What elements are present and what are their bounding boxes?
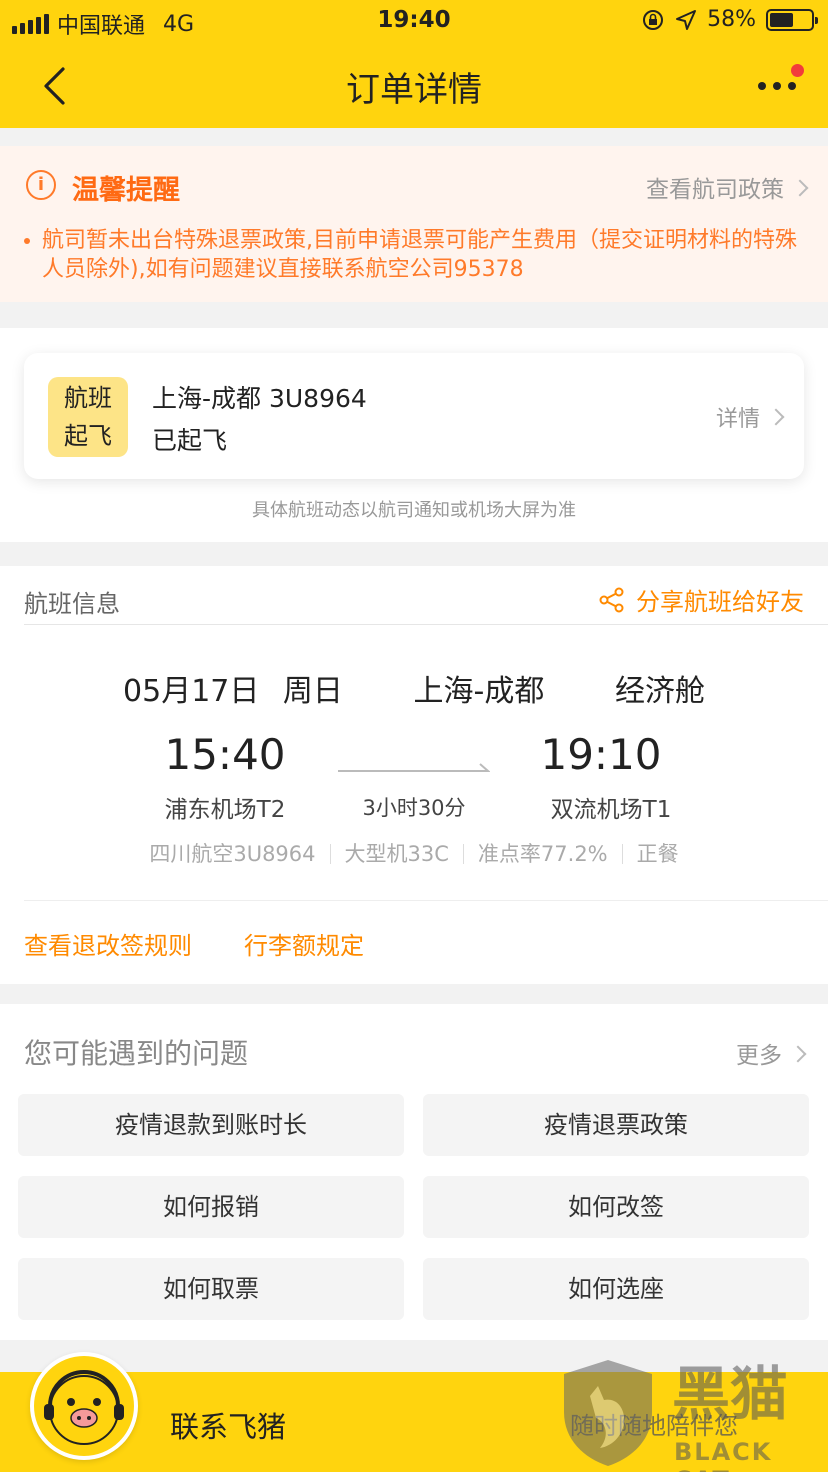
share-flight-label: 分享航班给好友 — [636, 588, 804, 616]
fliggy-mascot-icon — [44, 1370, 124, 1445]
departure-time: 15:40 — [164, 730, 286, 779]
airline-flight-no: 四川航空3U8964 — [149, 842, 316, 866]
status-bar: 中国联通 4G 19:40 58% — [0, 0, 828, 44]
chevron-right-icon — [791, 179, 809, 197]
notice-banner: i 温馨提醒 查看航司政策 航司暂未出台特殊退票政策,目前申请退票可能产生费用（… — [0, 146, 828, 302]
refund-rules-link[interactable]: 查看退改签规则 — [24, 926, 192, 961]
info-icon: i — [26, 170, 56, 200]
flight-route: 上海-成都 — [413, 674, 545, 709]
faq-section: 您可能遇到的问题 更多 疫情退款到账时长 疫情退票政策 如何报销 如何改签 如何… — [0, 1004, 828, 1340]
separator — [621, 844, 623, 864]
status-detail-label: 详情 — [715, 407, 760, 432]
black-cat-shield-icon — [564, 1360, 652, 1466]
separator — [329, 844, 331, 864]
meal-info: 正餐 — [636, 842, 679, 866]
notice-body: 航司暂未出台特殊退票政策,目前申请退票可能产生费用（提交证明材料的特殊人员除外)… — [42, 228, 797, 282]
watermark-en: BLACK CAT — [674, 1438, 773, 1472]
departure-airport: 浦东机场T2 — [164, 797, 286, 823]
rotation-lock-icon — [643, 9, 664, 30]
status-badge: 航班 起飞 — [48, 377, 128, 457]
share-flight-button[interactable]: 分享航班给好友 — [598, 582, 804, 617]
flight-info-section: 航班信息 分享航班给好友 05月17日 周日 上海-成都 经济舱 15:40 1… — [0, 566, 828, 984]
status-state: 已起飞 — [152, 426, 228, 455]
contact-fliggy-label[interactable]: 联系飞猪 — [170, 1404, 286, 1446]
chevron-right-icon — [789, 1045, 807, 1063]
faq-item[interactable]: 如何取票 — [18, 1258, 404, 1320]
separator — [462, 844, 464, 864]
flight-headline: 05月17日 周日 上海-成都 经济舱 — [0, 666, 828, 710]
faq-item[interactable]: 如何改签 — [423, 1176, 809, 1238]
faq-title: 您可能遇到的问题 — [24, 1037, 249, 1070]
arrival-time: 19:10 — [540, 730, 662, 779]
airline-policy-label: 查看航司政策 — [646, 177, 784, 203]
faq-item[interactable]: 如何选座 — [423, 1258, 809, 1320]
notice-title: 温馨提醒 — [72, 175, 180, 206]
nav-bar: 订单详情 — [0, 44, 828, 128]
status-route: 上海-成都 3U8964 — [152, 384, 367, 413]
more-dots-icon — [758, 82, 796, 90]
flight-cabin: 经济舱 — [614, 674, 705, 709]
share-icon — [599, 587, 624, 612]
location-arrow-icon — [676, 9, 697, 30]
mascot-avatar — [30, 1352, 138, 1460]
divider — [24, 900, 828, 901]
flight-weekday: 周日 — [282, 674, 343, 709]
flight-meta: 四川航空3U8964 大型机33C 准点率77.2% 正餐 — [0, 838, 828, 868]
arrival-airport: 双流机场T1 — [550, 797, 672, 823]
airline-policy-link[interactable]: 查看航司政策 — [646, 170, 809, 204]
page-title: 订单详情 — [346, 70, 482, 110]
divider — [24, 624, 828, 625]
notification-red-dot — [791, 64, 804, 77]
flight-duration: 3小时30分 — [362, 796, 466, 820]
bullet-dot — [24, 238, 30, 244]
flight-status-card[interactable]: 航班 起飞 上海-成都 3U8964 已起飞 详情 — [24, 353, 804, 479]
battery-percent: 58% — [707, 7, 756, 32]
more-button[interactable] — [752, 64, 804, 108]
flight-status-section: 航班 起飞 上海-成都 3U8964 已起飞 详情 具体航班动态以航司通知或机场… — [0, 328, 828, 542]
status-detail-link[interactable]: 详情 — [715, 401, 785, 433]
faq-item[interactable]: 疫情退款到账时长 — [18, 1094, 404, 1156]
aircraft-type: 大型机33C — [344, 842, 449, 866]
badge-line1: 航班 — [64, 384, 112, 412]
top-bar: 中国联通 4G 19:40 58% 订单详情 — [0, 0, 828, 128]
on-time-rate: 准点率77.2% — [477, 842, 608, 866]
battery-icon — [766, 8, 818, 31]
flight-date: 05月17日 — [123, 674, 260, 709]
flight-info-title: 航班信息 — [24, 590, 120, 618]
status-note: 具体航班动态以航司通知或机场大屏为准 — [252, 500, 576, 521]
faq-more-label: 更多 — [736, 1043, 782, 1069]
faq-item[interactable]: 如何报销 — [18, 1176, 404, 1238]
faq-item[interactable]: 疫情退票政策 — [423, 1094, 809, 1156]
badge-line2: 起飞 — [64, 422, 112, 450]
chevron-right-icon — [767, 408, 785, 426]
faq-more-link[interactable]: 更多 — [736, 1036, 807, 1070]
baggage-rules-link[interactable]: 行李额规定 — [244, 926, 364, 961]
watermark-text: 黑猫 — [672, 1360, 789, 1428]
flight-arrow-icon — [338, 763, 490, 772]
